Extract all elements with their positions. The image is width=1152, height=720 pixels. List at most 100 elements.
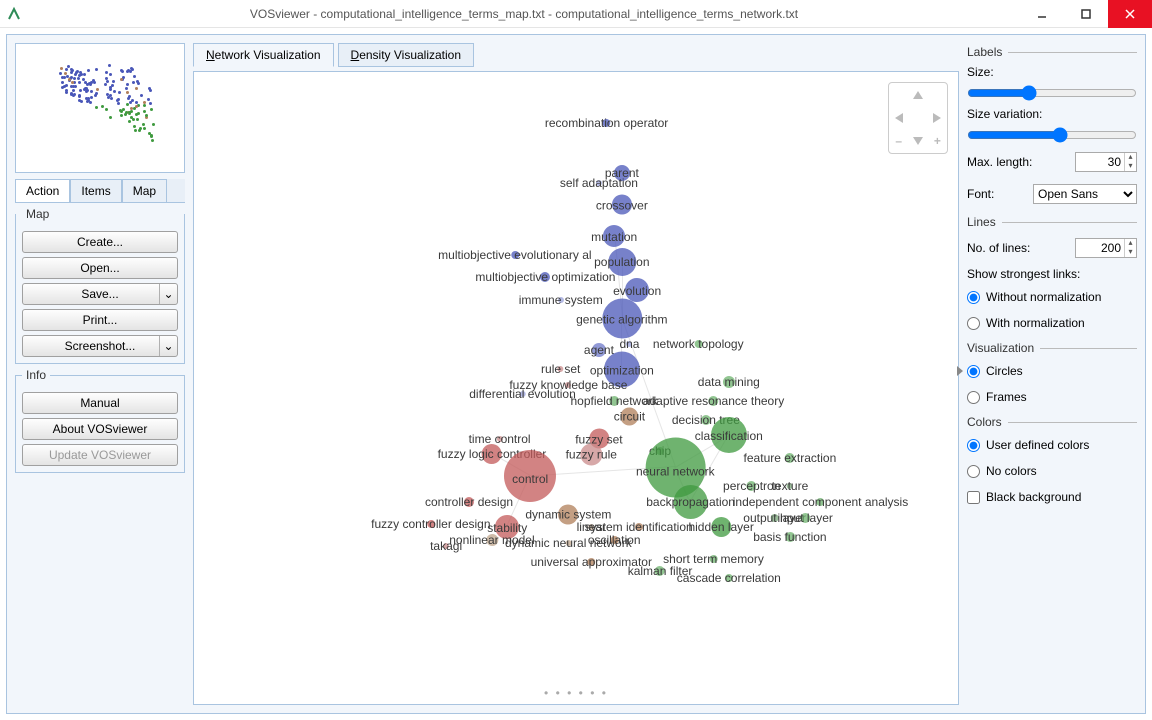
term-node[interactable]: multiobjective optimization: [475, 270, 615, 284]
nav-pad[interactable]: –+: [888, 82, 948, 154]
term-node[interactable]: universal approximator: [531, 555, 652, 569]
radio-user-colors[interactable]: User defined colors: [967, 438, 1137, 452]
font-label: Font:: [967, 187, 994, 201]
term-node[interactable]: cascade correlation: [677, 571, 781, 585]
group-map: Map Create... Open... Save...⌄ Print... …: [15, 207, 185, 364]
term-node[interactable]: adaptive resonance theory: [643, 394, 784, 408]
tab-action[interactable]: Action: [15, 179, 70, 202]
term-node[interactable]: linear: [577, 520, 606, 534]
tab-map[interactable]: Map: [122, 179, 167, 202]
maximize-button[interactable]: [1064, 0, 1108, 28]
radio-circles[interactable]: Circles: [967, 364, 1137, 378]
resize-grip[interactable]: • • • • • •: [544, 686, 608, 700]
radio-with-norm[interactable]: With normalization: [967, 316, 1137, 330]
term-node[interactable]: dynamic system: [525, 507, 611, 522]
term-node[interactable]: fuzzy set: [575, 431, 622, 446]
tab-network-visualization[interactable]: Network Visualization: [193, 43, 334, 67]
radio-frames[interactable]: Frames: [967, 390, 1137, 404]
term-node[interactable]: perceptron: [723, 479, 780, 493]
create-button[interactable]: Create...: [22, 231, 178, 253]
term-node[interactable]: independent component analysis: [733, 495, 908, 509]
term-node[interactable]: basis function: [753, 530, 826, 544]
screenshot-button[interactable]: Screenshot...⌄: [22, 335, 178, 357]
app-icon: [0, 0, 28, 28]
term-node[interactable]: hidden layer: [688, 520, 753, 534]
term-node[interactable]: time control: [469, 432, 531, 446]
radio-no-colors[interactable]: No colors: [967, 464, 1137, 478]
tab-net-label: etwork Visualization: [215, 48, 321, 62]
overview-map[interactable]: [15, 43, 185, 173]
about-button[interactable]: About VOSviewer: [22, 418, 178, 440]
save-button[interactable]: Save...⌄: [22, 283, 178, 305]
term-node[interactable]: texture: [772, 479, 809, 493]
close-button[interactable]: [1108, 0, 1152, 28]
lines-header: Lines: [967, 215, 996, 229]
size-variation-slider[interactable]: [967, 127, 1137, 143]
no-of-lines-spinner[interactable]: ▴▾: [1075, 238, 1137, 258]
zoom-out-icon[interactable]: –: [889, 130, 908, 153]
term-node[interactable]: fuzzy rule: [566, 447, 617, 462]
tab-density-visualization[interactable]: Density Visualization: [338, 43, 475, 67]
term-node[interactable]: parent: [605, 166, 639, 180]
max-length-spinner[interactable]: ▴▾: [1075, 152, 1137, 172]
sidebar-tabs: Action Items Map: [15, 179, 185, 203]
pan-down-icon[interactable]: [908, 130, 927, 153]
pan-right-icon[interactable]: [928, 106, 947, 129]
tab-den-label: ensity Visualization: [359, 48, 461, 62]
term-node[interactable]: short term memory: [663, 552, 764, 566]
term-node[interactable]: system identification: [585, 520, 693, 534]
chevron-down-icon[interactable]: ⌄: [159, 336, 177, 356]
term-node[interactable]: data mining: [698, 375, 760, 389]
term-node[interactable]: fuzzy knowledge base: [509, 378, 627, 392]
term-node[interactable]: immune system: [519, 293, 603, 307]
term-node[interactable]: differential evolution: [469, 387, 576, 401]
term-node[interactable]: oscillation: [588, 533, 641, 547]
term-node[interactable]: controller design: [425, 495, 513, 509]
visualization-canvas[interactable]: –+ • • • • • • recombination operator par…: [193, 71, 959, 705]
term-node[interactable]: fuzzy controller design: [371, 517, 490, 531]
size-slider[interactable]: [967, 85, 1137, 101]
minimize-button[interactable]: [1020, 0, 1064, 28]
term-node[interactable]: agent: [584, 343, 614, 357]
term-node[interactable]: circuit: [614, 409, 645, 424]
term-node[interactable]: takagi: [430, 539, 462, 553]
chevron-down-icon[interactable]: ⌄: [159, 284, 177, 304]
term-node[interactable]: crossover: [596, 197, 648, 212]
term-node[interactable]: hopfield network: [570, 394, 657, 408]
max-length-input[interactable]: [1076, 155, 1124, 169]
term-node[interactable]: multiobjective evolutionary al: [438, 248, 591, 262]
term-node[interactable]: feature extraction: [744, 451, 837, 465]
spin-down-icon[interactable]: ▾: [1124, 162, 1136, 171]
spin-down-icon[interactable]: ▾: [1124, 248, 1136, 257]
labels-header: Labels: [967, 45, 1002, 59]
term-node[interactable]: dynamic neural network: [505, 536, 632, 550]
term-node[interactable]: backpropagation: [646, 493, 735, 511]
group-info-legend: Info: [22, 368, 50, 382]
no-of-lines-input[interactable]: [1076, 241, 1124, 255]
center-panel: Network Visualization Density Visualizat…: [193, 43, 959, 705]
update-button: Update VOSviewer: [22, 444, 178, 466]
term-node[interactable]: kalman filter: [628, 564, 693, 578]
collapse-right-icon[interactable]: [957, 366, 965, 382]
term-node[interactable]: decision tree: [672, 413, 740, 427]
font-select[interactable]: Open Sans: [1033, 184, 1137, 204]
term-node[interactable]: self adaptation: [560, 176, 638, 190]
term-node[interactable]: nonlinear model: [449, 533, 534, 547]
window-body: Action Items Map Map Create... Open... S…: [6, 34, 1146, 714]
radio-without-norm[interactable]: Without normalization: [967, 290, 1137, 304]
term-node[interactable]: recombination operator: [545, 116, 668, 130]
term-node[interactable]: rule set: [541, 362, 580, 376]
open-button[interactable]: Open...: [22, 257, 178, 279]
pan-left-icon[interactable]: [889, 106, 908, 129]
term-node[interactable]: input layer: [778, 511, 833, 525]
term-node[interactable]: network topology: [653, 337, 744, 351]
manual-button[interactable]: Manual: [22, 392, 178, 414]
pan-up-icon[interactable]: [908, 83, 927, 106]
group-info: Info Manual About VOSviewer Update VOSvi…: [15, 368, 185, 473]
check-black-bg[interactable]: Black background: [967, 490, 1137, 504]
colors-header: Colors: [967, 415, 1002, 429]
print-button[interactable]: Print...: [22, 309, 178, 331]
term-node[interactable]: output layer: [743, 511, 806, 525]
tab-items[interactable]: Items: [70, 179, 121, 202]
zoom-in-icon[interactable]: +: [928, 130, 947, 153]
